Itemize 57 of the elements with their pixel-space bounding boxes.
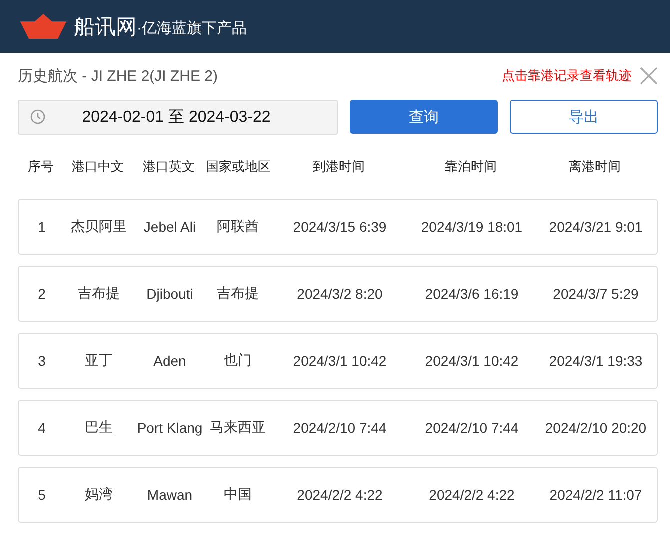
- table-cell-text: 5: [37, 487, 47, 503]
- date-range-field[interactable]: 2024-02-01 至 2024-03-22: [18, 100, 338, 134]
- close-icon[interactable]: [640, 67, 658, 85]
- action-button[interactable]: 查询: [350, 100, 498, 134]
- table-cell-text: 2024/2/10 20:20: [544, 420, 648, 436]
- table-cell-text: 2024/2/2 4:22: [428, 487, 516, 503]
- table-cell-text: Jebel Ali: [142, 219, 198, 235]
- column-header: 序号: [27, 158, 55, 176]
- boat-logo-icon: [19, 13, 68, 40]
- voyage-row[interactable]: 2 吉布提 Djibouti 吉布提 2024/3/2 8:20 2024/3/6 16:19 2024/3/7 5:29: [18, 266, 658, 322]
- table-cell-text: Port Klang: [136, 420, 204, 436]
- table-cell-text: 2024/2/2 11:07: [548, 487, 644, 503]
- table-cell-text: 3: [37, 353, 47, 369]
- table-cell-text: 2024/3/21 9:01: [548, 219, 644, 235]
- table-cell-text: 2024/3/6 16:19: [424, 286, 520, 302]
- table-cell-text: 2024/3/7 5:29: [552, 286, 640, 302]
- table-cell-text: Mawan: [146, 487, 194, 503]
- table-cell-text: 马来西亚: [209, 419, 267, 437]
- voyage-row[interactable]: 1 杰贝阿里 Jebel Ali 阿联酋 2024/3/15 6:39 2024/3/19 18:01 2024/3/21 9:01: [18, 199, 658, 255]
- column-header: 到港时间: [312, 158, 366, 176]
- table-cell-text: 2024/3/1 10:42: [424, 353, 520, 369]
- table-cell-text: Djibouti: [146, 286, 194, 302]
- voyage-row[interactable]: 5 妈湾 Mawan 中国 2024/2/2 4:22 2024/2/2 4:22 2024/2/2 11:07: [18, 467, 658, 523]
- table-cell-text: 也门: [223, 352, 253, 370]
- table-cell-text: 亚丁: [84, 352, 114, 370]
- table-cell-text: 2024/2/10 7:44: [424, 420, 520, 436]
- dialog-title: 历史航次 - JI ZHE 2(JI ZHE 2): [18, 66, 220, 86]
- table-cell-text: 阿联酋: [216, 218, 260, 236]
- table-cell-text: 2024/2/10 7:44: [292, 420, 388, 436]
- table-cell-text: 2024/3/1 10:42: [292, 353, 388, 369]
- table-cell-text: 2024/2/2 4:22: [296, 487, 384, 503]
- column-header: 靠泊时间: [444, 158, 498, 176]
- table-cell-text: 中国: [223, 486, 253, 504]
- table-cell-text: 1: [37, 219, 47, 235]
- action-button[interactable]: 导出: [510, 100, 658, 134]
- voyage-row[interactable]: 4 巴生 Port Klang 马来西亚 2024/2/10 7:44 2024/2/10 7:44 2024/2/10 20:20: [18, 400, 658, 456]
- table-cell-text: Aden: [152, 353, 188, 369]
- table-cell-text: 妈湾: [84, 486, 114, 504]
- table-cell-text: 吉布提: [77, 285, 121, 303]
- table-cell-text: 2: [37, 286, 47, 302]
- table-cell-text: 吉布提: [216, 285, 260, 303]
- table-cell-text: 4: [37, 420, 47, 436]
- column-header: 港口中文: [71, 158, 125, 176]
- table-cell-text: 2024/3/1 19:33: [548, 353, 644, 369]
- brand-name: 船讯网: [74, 14, 137, 40]
- column-header: 国家或地区: [206, 158, 268, 176]
- table-cell-text: 杰贝阿里: [70, 218, 128, 236]
- column-header: 离港时间: [568, 158, 622, 176]
- hint-text: 点击靠港记录查看轨迹: [502, 67, 632, 85]
- table-cell-text: 巴生: [84, 419, 114, 437]
- clock-icon: [30, 109, 46, 125]
- column-header: 港口英文: [142, 158, 196, 176]
- table-cell-text: 2024/3/19 18:01: [420, 219, 524, 235]
- table-cell-text: 2024/3/15 6:39: [292, 219, 388, 235]
- brand-tagline: ·亿海蓝旗下产品: [137, 19, 247, 38]
- table-cell-text: 2024/3/2 8:20: [296, 286, 384, 302]
- voyage-row[interactable]: 3 亚丁 Aden 也门 2024/3/1 10:42 2024/3/1 10:42 2024/3/1 19:33: [18, 333, 658, 389]
